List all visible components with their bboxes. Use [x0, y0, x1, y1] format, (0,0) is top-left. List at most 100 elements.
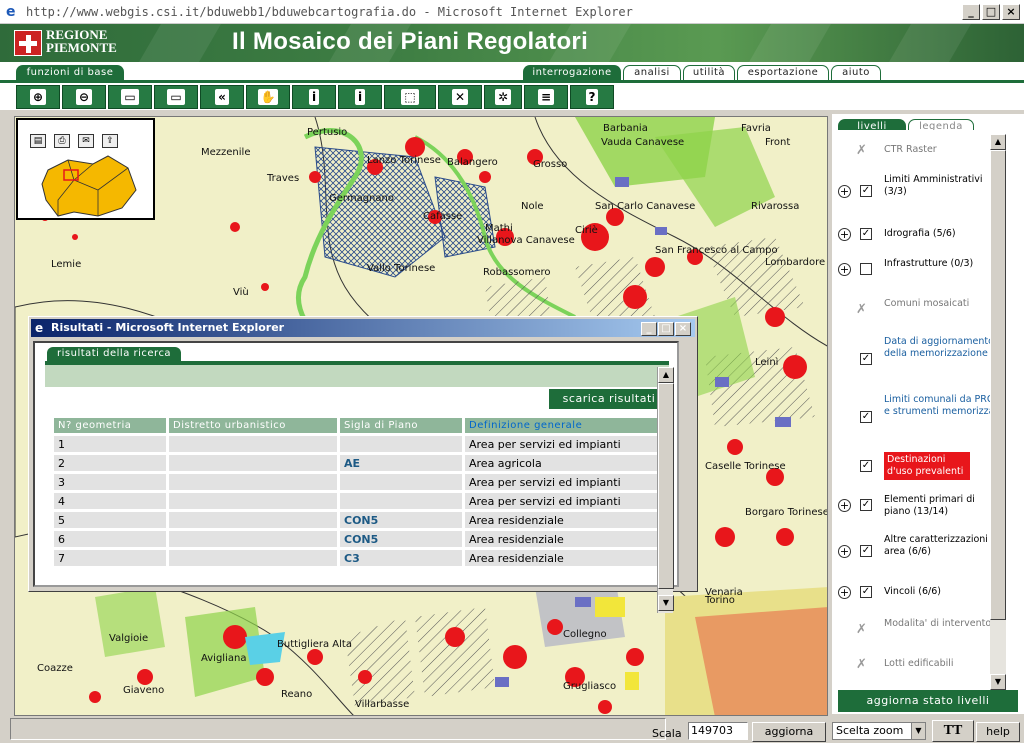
layer-item[interactable]: + ✓ Idrografia (5/6) — [832, 228, 1006, 242]
layer-item[interactable]: + ✓ Limiti Amministrativi (3/3) — [832, 174, 1006, 210]
table-row[interactable]: 3 Area per servizi ed impianti — [54, 474, 660, 490]
column-header-sigla[interactable]: Sigla di Piano — [340, 418, 462, 433]
table-row[interactable]: 7 C3 Area residenziale — [54, 550, 660, 566]
cell-distretto — [169, 436, 337, 452]
dialog-maximize-button[interactable]: □ — [658, 322, 674, 336]
layer-checkbox[interactable]: ✓ — [860, 228, 872, 240]
chevron-down-icon[interactable]: ▼ — [911, 723, 925, 739]
dialog-scrollbar[interactable]: ▲ ▼ — [657, 367, 674, 613]
info-list-button[interactable]: i — [338, 85, 382, 109]
dialog-minimize-button[interactable]: _ — [641, 322, 657, 336]
layer-item[interactable]: ✓ Data di aggiornamento della memorizzazi… — [832, 336, 1006, 384]
results-dialog[interactable]: e Risultati - Microsoft Internet Explore… — [28, 316, 698, 613]
save-icon[interactable]: ▤ — [30, 134, 46, 148]
layer-label: Infrastrutture (0/3) — [884, 258, 974, 269]
tab-esportazione[interactable]: esportazione — [737, 65, 829, 80]
map-label-vauda: Vauda Canavese — [601, 137, 685, 148]
results-tab[interactable]: risultati della ricerca — [47, 347, 182, 361]
layer-checkbox[interactable]: ✓ — [860, 586, 872, 598]
table-row[interactable]: 4 Area per servizi ed impianti — [54, 493, 660, 509]
layer-item[interactable]: + ✓ Elementi primari di piano (13/14) — [832, 494, 1006, 518]
tab-aiuto[interactable]: aiuto — [831, 65, 881, 80]
update-layers-button[interactable]: aggiorna stato livelli — [838, 690, 1018, 712]
results-table: N? geometria Distretto urbanistico Sigla… — [51, 415, 663, 569]
layer-item[interactable]: ✓ Limiti comunali da PRG e strumenti memo… — [832, 394, 1006, 442]
zoom-extent-button[interactable]: ▭ — [154, 85, 198, 109]
layer-checkbox[interactable]: ✓ — [860, 460, 872, 472]
expand-plus-icon[interactable]: + — [838, 545, 851, 558]
scroll-thumb[interactable] — [658, 383, 674, 589]
layer-item[interactable]: ✓ Destinazioni d'uso prevalenti — [832, 452, 1006, 482]
table-row[interactable]: 5 CON5 Area residenziale — [54, 512, 660, 528]
layer-checkbox[interactable] — [860, 263, 872, 275]
pan-button[interactable]: ✋ — [246, 85, 290, 109]
layers-scroll-up-icon[interactable]: ▲ — [990, 134, 1006, 150]
layers-list: ✗ CTR Raster + ✓ Limiti Amministrativi (3/3)… — [832, 130, 1006, 690]
layer-item[interactable]: ✗ Comuni mosaicati — [832, 298, 1006, 322]
layer-item[interactable]: ✗ Modalita' di intervento — [832, 618, 1006, 642]
zoom-select[interactable]: Scelta zoom ▼ — [832, 722, 926, 740]
tab-row: funzioni di base interrogazione analisi … — [0, 62, 1024, 80]
print-icon[interactable]: ⎙ — [54, 134, 70, 148]
overview-map[interactable]: ▤ ⎙ ✉ ⇪ — [16, 118, 155, 220]
clear-selection-button[interactable]: ✕ — [438, 85, 482, 109]
tab-interrogazione[interactable]: interrogazione — [523, 65, 621, 80]
expand-plus-icon[interactable]: + — [838, 228, 851, 241]
dialog-close-button[interactable]: × — [675, 322, 691, 336]
text-size-icon[interactable]: TT — [932, 720, 974, 742]
layers-scroll-down-icon[interactable]: ▼ — [990, 674, 1006, 690]
minimize-button[interactable]: _ — [962, 4, 980, 20]
zoom-window-button[interactable]: ▭ — [108, 85, 152, 109]
query-results-button[interactable]: ≡ — [524, 85, 568, 109]
layer-label: Modalita' di intervento — [884, 618, 992, 629]
expand-plus-icon[interactable]: + — [838, 263, 851, 276]
center-target-button[interactable]: ✲ — [484, 85, 522, 109]
layer-item[interactable]: ✗ CTR Raster — [832, 144, 1006, 158]
layer-checkbox[interactable]: ✓ — [860, 411, 872, 423]
query-help-button[interactable]: ? — [570, 85, 614, 109]
mail-icon[interactable]: ✉ — [78, 134, 94, 148]
layer-item[interactable]: + ✓ Altre caratterizzazioni di area (6/6) — [832, 534, 1006, 570]
layer-checkbox[interactable]: ✓ — [860, 353, 872, 365]
zoom-previous-button[interactable]: « — [200, 85, 244, 109]
tab-funzioni-di-base[interactable]: funzioni di base — [16, 65, 124, 80]
map-label-pertusio: Pertusio — [307, 127, 348, 138]
zoom-previous-icon: « — [215, 89, 229, 105]
layer-checkbox[interactable]: ✓ — [860, 499, 872, 511]
cell-distretto — [169, 512, 337, 528]
table-row[interactable]: 2 AE Area agricola — [54, 455, 660, 471]
close-button[interactable]: × — [1002, 4, 1020, 20]
map-label-grugliasco: Grugliasco — [563, 681, 617, 692]
column-header-distretto[interactable]: Distretto urbanistico — [169, 418, 337, 433]
zoom-in-button[interactable]: ⊕ — [16, 85, 60, 109]
table-row[interactable]: 1 Area per servizi ed impianti — [54, 436, 660, 452]
expand-plus-icon[interactable]: + — [838, 185, 851, 198]
layer-item[interactable]: ✗ Lotti edificabili — [832, 658, 1006, 672]
map-label-caselle: Caselle Torinese — [705, 461, 786, 472]
info-point-button[interactable]: i — [292, 85, 336, 109]
scroll-down-icon[interactable]: ▼ — [658, 595, 674, 611]
layer-checkbox[interactable]: ✓ — [860, 185, 872, 197]
layer-checkbox[interactable]: ✓ — [860, 545, 872, 557]
expand-plus-icon[interactable]: + — [838, 499, 851, 512]
download-results-button[interactable]: scarica risultati — [549, 389, 669, 409]
column-header-n-geometria[interactable]: N? geometria — [54, 418, 166, 433]
layer-item[interactable]: + Infrastrutture (0/3) — [832, 258, 1006, 282]
layers-scroll-thumb[interactable] — [990, 150, 1006, 620]
select-rect-button[interactable]: ⬚ — [384, 85, 436, 109]
column-header-definizione[interactable]: Definizione generale — [465, 418, 660, 433]
scroll-up-icon[interactable]: ▲ — [658, 367, 674, 383]
zoom-out-button[interactable]: ⊖ — [62, 85, 106, 109]
layers-scrollbar[interactable]: ▲ ▼ — [990, 134, 1006, 690]
table-row[interactable]: 6 CON5 Area residenziale — [54, 531, 660, 547]
help-button[interactable]: help — [976, 722, 1020, 742]
maximize-button[interactable]: □ — [982, 4, 1000, 20]
tab-utilita[interactable]: utilità — [683, 65, 735, 80]
update-scale-button[interactable]: aggiorna — [752, 722, 826, 742]
map-label-favria: Favria — [741, 123, 771, 134]
layer-item[interactable]: + ✓ Vincoli (6/6) — [832, 586, 1006, 600]
export-icon[interactable]: ⇪ — [102, 134, 118, 148]
expand-plus-icon[interactable]: + — [838, 586, 851, 599]
scale-input[interactable]: 149703 — [688, 722, 748, 740]
tab-analisi[interactable]: analisi — [623, 65, 681, 80]
